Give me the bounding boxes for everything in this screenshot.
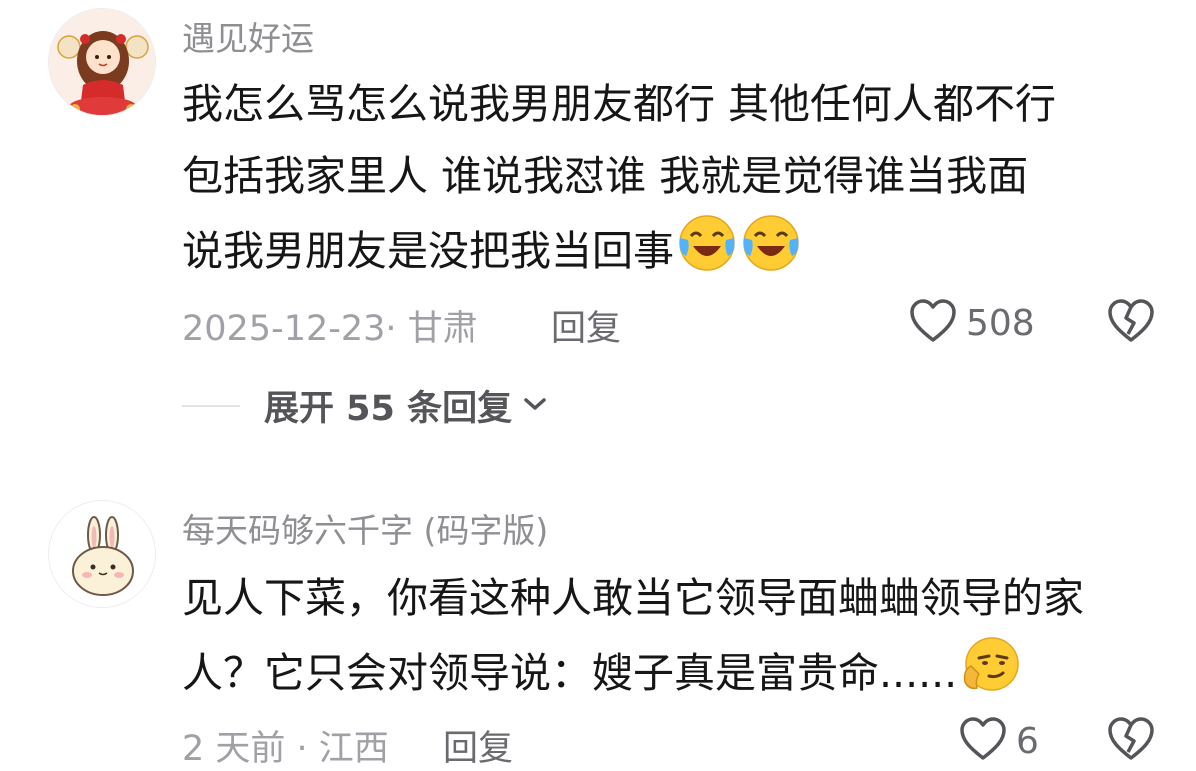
comment-line: 人？它只会对领导说：嫂子真是富贵命...... [182,634,1172,718]
avatar[interactable] [48,8,156,116]
comment-date-location: 2025-12-23· 甘肃 [182,309,478,349]
smirk-thinking-emoji-icon [959,634,1021,718]
expand-replies-label: 展开 55 条回复 [264,389,513,429]
comment-line: 我怎么骂怎么说我男朋友都行 其他任何人都不行 [182,80,1057,128]
heart-icon [958,716,1008,766]
username[interactable]: 遇见好运 [182,12,314,60]
like-count: 508 [966,302,1035,344]
reply-button[interactable]: 回复 [443,720,513,771]
reply-button[interactable]: 回复 [551,300,621,351]
avatar[interactable] [48,500,156,608]
like-button[interactable]: 508 [908,298,1035,348]
dislike-button[interactable] [1106,716,1156,766]
comment-text: 见人下菜，你看这种人敢当它领导面蛐蛐领导的家 人？它只会对领导说：嫂子真是富贵命… [182,562,1172,718]
broken-heart-icon [1106,299,1156,348]
heart-icon [908,298,958,348]
comment-line: 包括我家里人 谁说我怼谁 我就是觉得谁当我面 [182,152,1029,200]
username[interactable]: 每天码够六千字 (码字版) [182,504,548,552]
comment-line: 见人下菜，你看这种人敢当它领导面蛐蛐领导的家 [182,574,1084,622]
comment-date-location: 2 天前 · 江西 [182,729,389,769]
dislike-button[interactable] [1106,298,1156,348]
divider-line [182,404,240,407]
like-count: 6 [1016,720,1039,762]
laughing-crying-emoji-icon [740,212,802,296]
comment-line: 说我男朋友是没把我当回事 [182,212,1172,296]
expand-replies-button[interactable]: 展开 55 条回复 [182,380,548,431]
like-button[interactable]: 6 [958,716,1039,766]
chevron-down-icon [522,395,548,417]
laughing-crying-emoji-icon [676,212,738,296]
comment-text: 我怎么骂怎么说我男朋友都行 其他任何人都不行 包括我家里人 谁说我怼谁 我就是觉… [182,68,1172,296]
